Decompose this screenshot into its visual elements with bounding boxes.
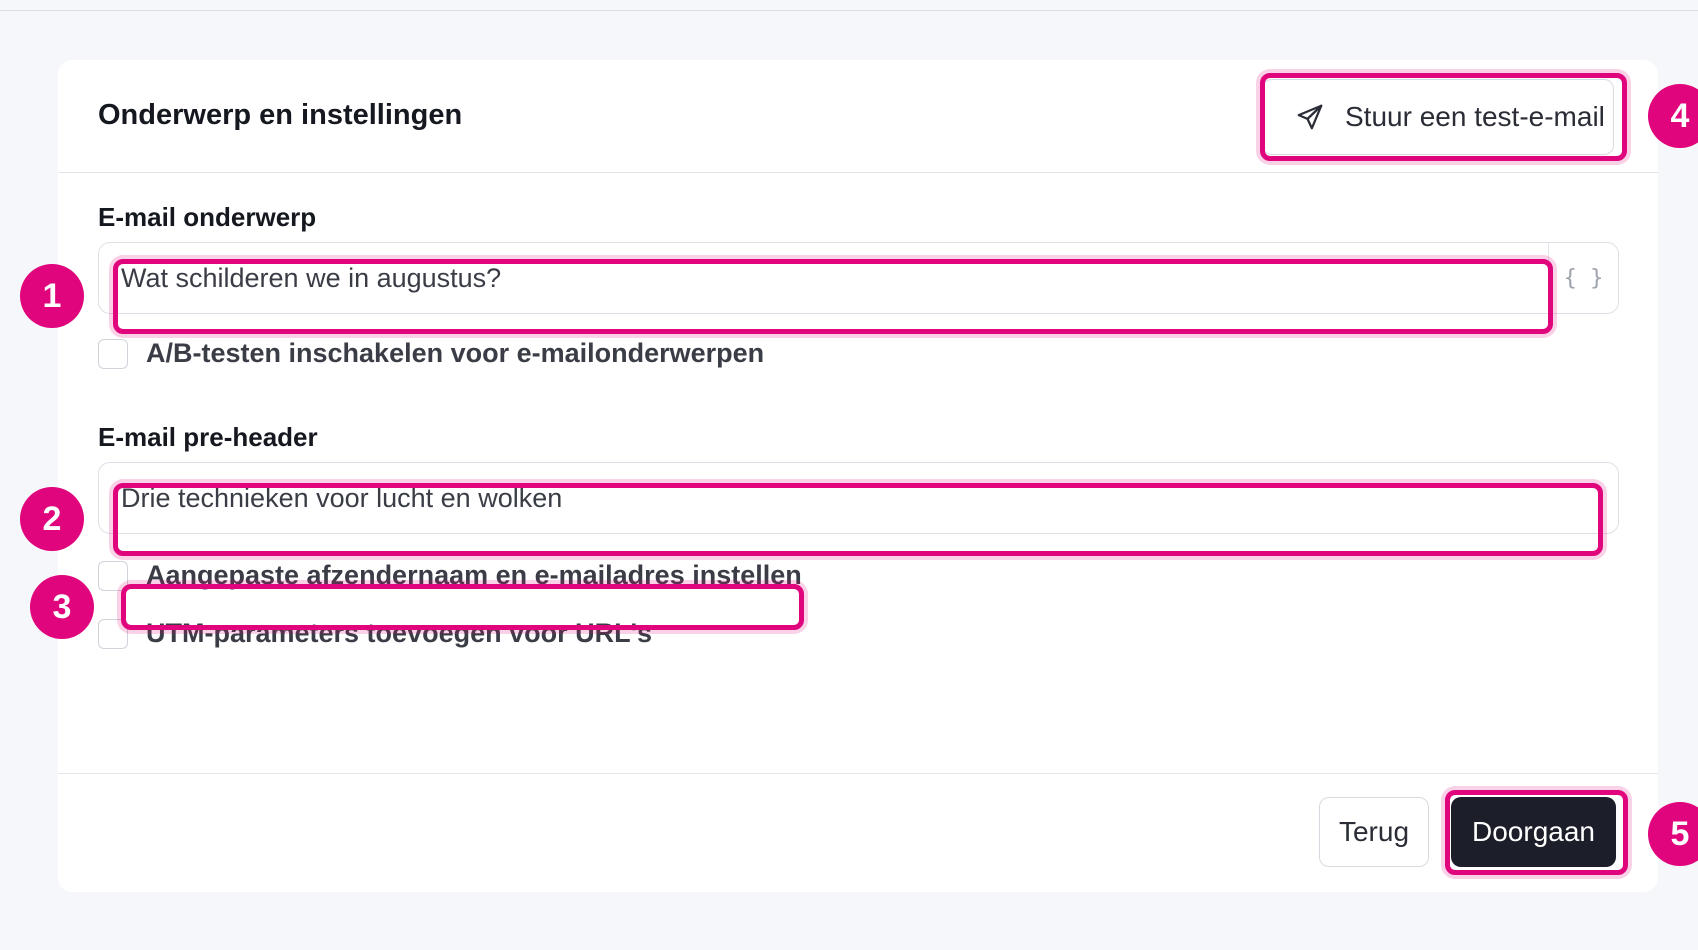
highlight-subject xyxy=(113,259,1553,334)
highlight-continue xyxy=(1445,790,1628,875)
highlight-preheader xyxy=(113,483,1603,556)
ab-test-label: A/B-testen inschakelen voor e-mailonderw… xyxy=(146,338,765,368)
ab-test-checkbox[interactable] xyxy=(98,338,128,369)
annotation-badge-3: 3 xyxy=(30,575,94,639)
preheader-label: E-mail pre-header xyxy=(98,422,318,452)
top-divider xyxy=(0,10,1698,11)
highlight-custom-sender xyxy=(121,584,804,630)
back-button[interactable]: Terug xyxy=(1319,797,1429,867)
personalization-tag-button[interactable]: { } xyxy=(1548,243,1618,313)
annotation-badge-1: 1 xyxy=(20,264,84,328)
subject-label: E-mail onderwerp xyxy=(98,202,317,232)
ab-test-row[interactable]: A/B-testen inschakelen voor e-mailonderw… xyxy=(98,338,764,369)
highlight-test-email xyxy=(1260,73,1627,161)
annotation-badge-2: 2 xyxy=(20,487,84,551)
footer-divider xyxy=(58,773,1658,774)
settings-card: Onderwerp en instellingen Stuur een test… xyxy=(58,60,1658,892)
page-title: Onderwerp en instellingen xyxy=(98,99,463,131)
